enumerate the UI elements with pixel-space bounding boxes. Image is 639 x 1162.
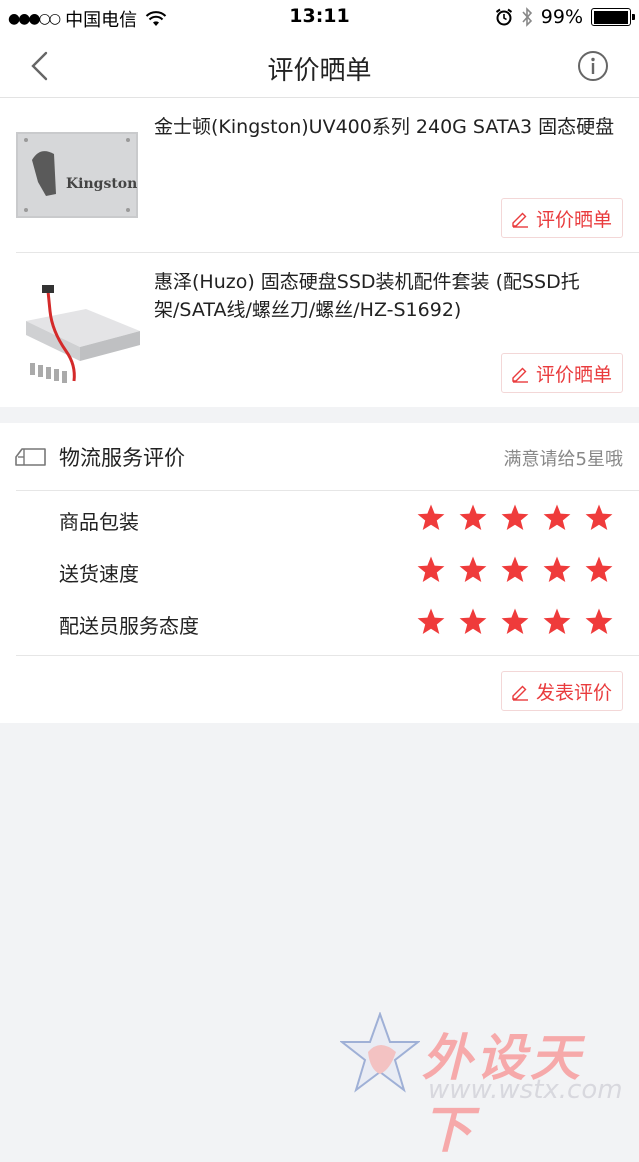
star-rating[interactable]	[416, 555, 614, 585]
rating-label: 送货速度	[59, 562, 139, 586]
watermark-logo	[340, 1012, 420, 1093]
battery-icon	[591, 8, 635, 26]
nav-bar: 评价晒单	[0, 34, 639, 98]
edit-icon	[512, 685, 528, 701]
star-icon[interactable]	[584, 503, 614, 533]
review-button[interactable]: 评价晒单	[500, 198, 623, 238]
product-name[interactable]: 金士顿(Kingston)UV400系列 240G SATA3 固态硬盘	[154, 113, 624, 141]
info-icon[interactable]	[577, 50, 609, 82]
product-name[interactable]: 惠泽(Huzo) 固态硬盘SSD装机配件套装 (配SSD托架/SATA线/螺丝刀…	[154, 268, 624, 324]
watermark-url: www.wstx.com	[428, 1075, 623, 1105]
logistics-header: 物流服务评价 满意请给5星哦	[0, 423, 639, 490]
product-item: Kingston 金士顿(Kingston)UV400系列 240G SATA3…	[0, 98, 639, 253]
star-icon[interactable]	[584, 555, 614, 585]
watermark: 外设天下 www.wstx.com	[340, 1010, 630, 1159]
status-bar: ●●●○○ 中国电信 13:11 99%	[0, 0, 639, 34]
logistics-title: 物流服务评价	[59, 446, 185, 470]
submit-review-button[interactable]: 发表评价	[500, 671, 623, 711]
alarm-icon	[495, 8, 512, 26]
star-icon[interactable]	[416, 503, 446, 533]
star-rating[interactable]	[416, 607, 614, 637]
star-icon[interactable]	[458, 555, 488, 585]
rating-label: 商品包装	[59, 510, 139, 534]
rating-row-delivery-speed: 送货速度	[0, 548, 639, 600]
battery-percent: 99%	[540, 6, 583, 28]
star-icon[interactable]	[500, 503, 530, 533]
divider	[16, 655, 639, 656]
star-icon[interactable]	[584, 607, 614, 637]
rating-row-packaging: 商品包装	[0, 496, 639, 548]
rating-label: 配送员服务态度	[59, 614, 199, 638]
star-icon[interactable]	[542, 555, 572, 585]
product-thumbnail[interactable]: Kingston	[16, 116, 140, 240]
star-icon[interactable]	[458, 503, 488, 533]
star-icon[interactable]	[542, 503, 572, 533]
star-icon[interactable]	[500, 607, 530, 637]
edit-icon	[512, 212, 528, 228]
truck-icon	[15, 448, 46, 466]
star-icon[interactable]	[542, 607, 572, 637]
page-title: 评价晒单	[267, 56, 372, 86]
product-list: Kingston 金士顿(Kingston)UV400系列 240G SATA3…	[0, 98, 639, 407]
star-icon[interactable]	[458, 607, 488, 637]
edit-icon	[512, 367, 528, 383]
bluetooth-icon	[522, 7, 532, 27]
battery-fill	[593, 10, 629, 24]
star-icon[interactable]	[416, 607, 446, 637]
review-button-label: 评价晒单	[535, 363, 612, 386]
star-icon[interactable]	[500, 555, 530, 585]
review-button-label: 评价晒单	[535, 208, 612, 231]
product-thumbnail[interactable]	[16, 271, 140, 395]
divider	[16, 490, 639, 491]
product-item: 惠泽(Huzo) 固态硬盘SSD装机配件套装 (配SSD托架/SATA线/螺丝刀…	[0, 253, 639, 407]
logistics-hint: 满意请给5星哦	[503, 449, 623, 470]
star-rating[interactable]	[416, 503, 614, 533]
rating-row-courier-service: 配送员服务态度	[0, 600, 639, 652]
star-icon[interactable]	[416, 555, 446, 585]
logistics-rating-section: 物流服务评价 满意请给5星哦 商品包装 送货速度 配送员服务态度 发表评价	[0, 423, 639, 723]
brand-logo-text: Kingston	[66, 176, 137, 192]
review-button[interactable]: 评价晒单	[500, 353, 623, 393]
submit-review-label: 发表评价	[535, 681, 612, 704]
